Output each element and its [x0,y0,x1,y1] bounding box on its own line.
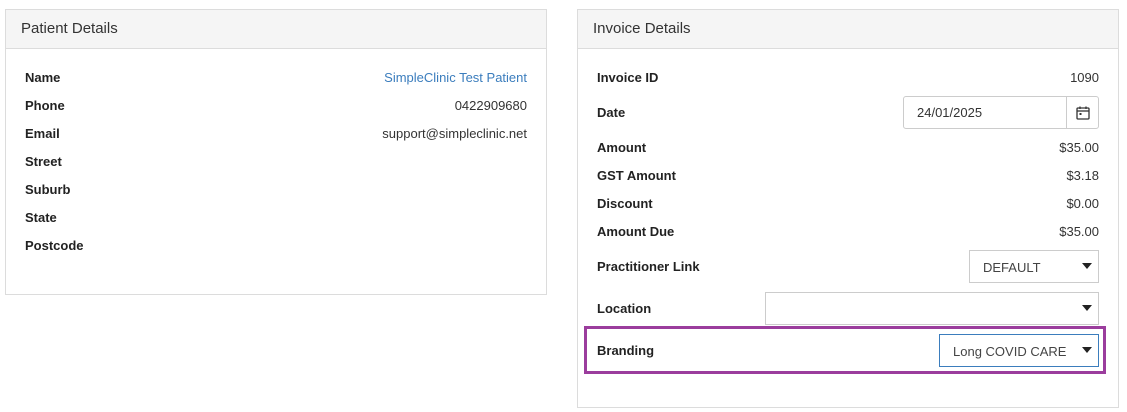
date-label: Date [597,105,626,120]
invoice-details-heading: Invoice Details [578,10,1118,49]
branding-value: Long COVID CARE [953,344,1067,359]
gst-value: $3.18 [1066,168,1099,183]
branding-label: Branding [597,343,655,358]
name-label: Name [25,70,61,85]
location-label: Location [597,301,652,316]
date-row: Date 24/01/2025 [578,96,1118,130]
state-label: State [25,210,57,225]
suburb-label: Suburb [25,182,71,197]
email-label: Email [25,126,60,141]
amount-due-value: $35.00 [1059,224,1099,239]
date-field[interactable]: 24/01/2025 [903,96,1099,129]
phone-label: Phone [25,98,65,113]
patient-details-panel: Patient Details Name SimpleClinic Test P… [5,9,547,295]
practitioner-link-select[interactable]: DEFAULT [969,250,1099,283]
caret-down-icon [1082,263,1092,269]
street-label: Street [25,154,62,169]
location-select[interactable] [765,292,1099,325]
practitioner-link-label: Practitioner Link [597,259,700,274]
amount-due-label: Amount Due [597,224,675,239]
phone-value: 0422909680 [454,98,527,113]
discount-label: Discount [597,196,653,211]
practitioner-link-value: DEFAULT [983,260,1041,275]
invoice-id-value: 1090 [1070,70,1099,85]
discount-value: $0.00 [1066,196,1099,211]
calendar-icon[interactable] [1066,97,1098,128]
branding-row: Branding Long COVID CARE [578,334,1118,368]
amount-value: $35.00 [1059,140,1099,155]
amount-label: Amount [597,140,647,155]
branding-select[interactable]: Long COVID CARE [939,334,1099,367]
email-value: support@simpleclinic.net [382,126,527,141]
location-row: Location [578,292,1118,326]
patient-details-heading: Patient Details [6,10,546,49]
gst-label: GST Amount [597,168,676,183]
caret-down-icon [1082,305,1092,311]
patient-name-link[interactable]: SimpleClinic Test Patient [384,70,527,85]
postcode-label: Postcode [25,238,84,253]
invoice-id-label: Invoice ID [597,70,659,85]
caret-down-icon [1082,347,1092,353]
practitioner-link-row: Practitioner Link DEFAULT [578,250,1118,284]
invoice-details-panel: Invoice Details Invoice ID 1090 Date 24/… [577,9,1119,408]
date-input-value[interactable]: 24/01/2025 [917,105,982,120]
